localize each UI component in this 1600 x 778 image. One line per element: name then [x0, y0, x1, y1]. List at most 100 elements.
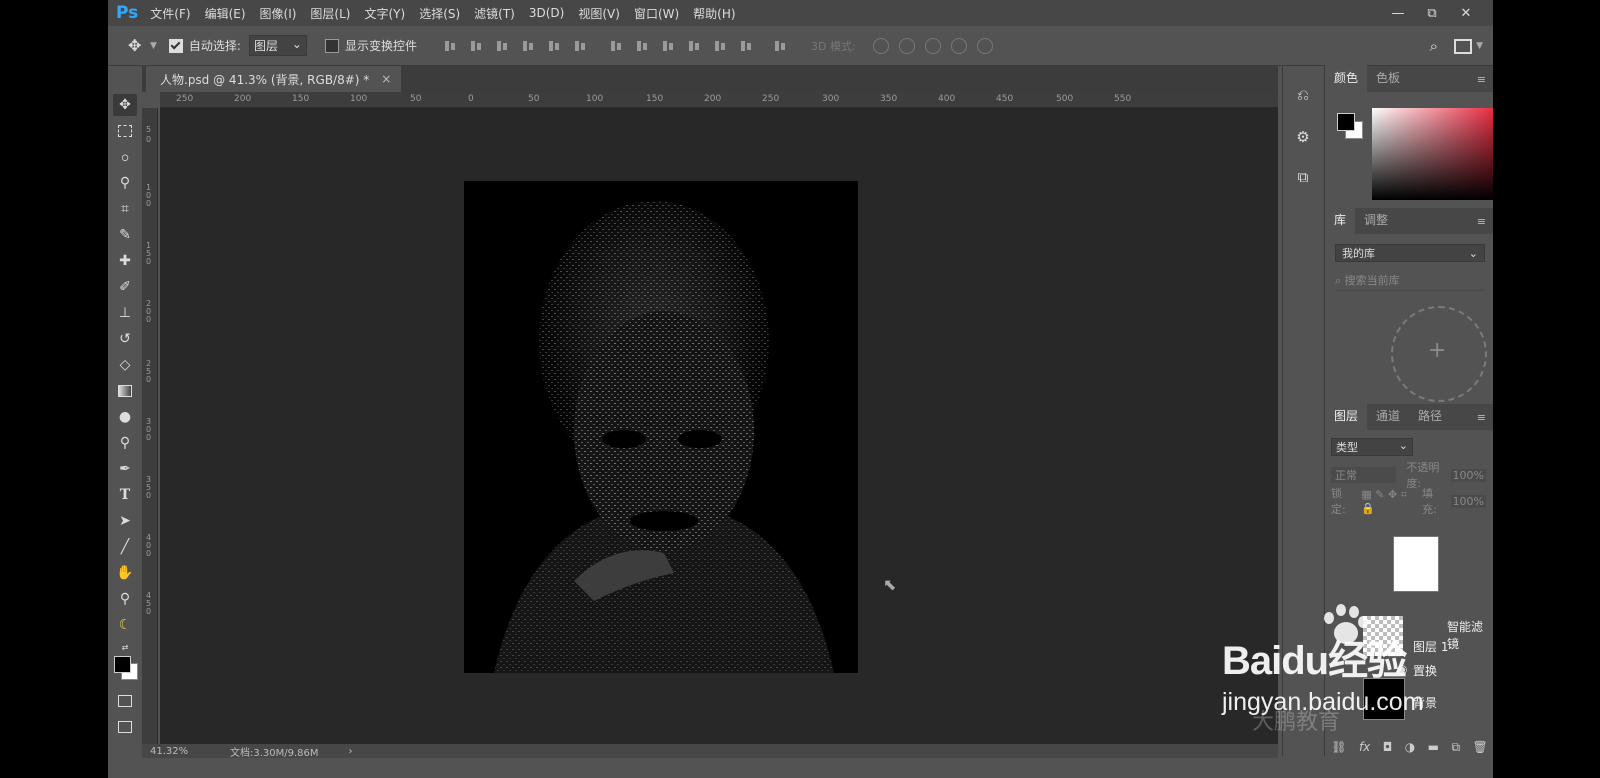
- close-window-button[interactable]: ✕: [1449, 6, 1483, 21]
- close-tab-icon[interactable]: ×: [381, 72, 391, 86]
- quick-mask-icon[interactable]: [113, 690, 137, 712]
- menu-select[interactable]: 选择(S): [419, 5, 460, 22]
- properties-panel-icon[interactable]: ⚙: [1293, 128, 1313, 148]
- tab-swatches[interactable]: 色板: [1367, 69, 1409, 92]
- distribute-vcenter-icon[interactable]: [635, 39, 649, 53]
- brush-tool-icon[interactable]: ✐: [113, 276, 137, 298]
- document-image[interactable]: [464, 181, 858, 673]
- lock-icons[interactable]: ▦ ✎ ✥ ⌗ 🔒: [1361, 488, 1420, 515]
- tab-color[interactable]: 颜色: [1325, 63, 1368, 92]
- layer-kind-dropdown[interactable]: 类型 ⌄: [1331, 438, 1413, 456]
- new-layer-icon[interactable]: ⧉: [1451, 740, 1460, 755]
- menu-edit[interactable]: 编辑(E): [205, 5, 246, 22]
- fill-value[interactable]: 100%: [1450, 494, 1487, 508]
- restore-button[interactable]: ⧉: [1415, 6, 1449, 21]
- crop-tool-icon[interactable]: ⌗: [113, 198, 137, 220]
- type-tool-icon[interactable]: T: [113, 484, 137, 506]
- path-select-icon[interactable]: ➤: [113, 510, 137, 532]
- auto-align-icon[interactable]: [773, 39, 787, 53]
- link-layers-icon[interactable]: ⛓: [1331, 740, 1346, 754]
- slide-3d-icon[interactable]: [950, 37, 967, 54]
- distribute-top-icon[interactable]: [609, 39, 623, 53]
- tab-layers[interactable]: 图层: [1325, 401, 1368, 430]
- add-icon[interactable]: +: [1428, 338, 1446, 363]
- menu-file[interactable]: 文件(F): [150, 5, 190, 22]
- history-panel-icon[interactable]: ⎌: [1293, 86, 1313, 106]
- foreground-color-swatch[interactable]: [114, 656, 131, 673]
- dodge-tool-icon[interactable]: ⚲: [113, 432, 137, 454]
- distribute-bottom-icon[interactable]: [661, 39, 675, 53]
- move-tool-icon[interactable]: ✥: [113, 94, 137, 116]
- color-panel-foreground-swatch[interactable]: [1337, 113, 1355, 131]
- menu-filter[interactable]: 滤镜(T): [474, 5, 515, 22]
- adjustments-panel-icon[interactable]: ⧉: [1293, 168, 1313, 188]
- workspace-icon[interactable]: [1454, 38, 1473, 54]
- align-top-icon[interactable]: [443, 39, 457, 53]
- tab-libraries[interactable]: 库: [1325, 205, 1356, 234]
- drag-3d-icon[interactable]: [924, 37, 941, 54]
- trash-icon[interactable]: 🗑: [1473, 740, 1488, 754]
- align-right-icon[interactable]: [573, 39, 587, 53]
- pen-tool-icon[interactable]: ✒: [113, 458, 137, 480]
- opacity-value[interactable]: 100%: [1450, 468, 1486, 482]
- panel-menu-icon[interactable]: ≡: [1477, 215, 1486, 228]
- blend-mode-dropdown[interactable]: 正常: [1331, 467, 1397, 483]
- status-menu-arrow[interactable]: ›: [349, 746, 353, 757]
- tab-channels[interactable]: 通道: [1367, 407, 1409, 430]
- roll-3d-icon[interactable]: [898, 37, 915, 54]
- document-tab[interactable]: 人物.psd @ 41.3% (背景, RGB/8#) * ×: [146, 66, 402, 92]
- eyedropper-tool-icon[interactable]: ✎: [113, 224, 137, 246]
- menu-image[interactable]: 图像(I): [260, 5, 297, 22]
- zoom-tool-icon[interactable]: ⚲: [113, 588, 137, 610]
- show-transform-checkbox[interactable]: [324, 38, 339, 53]
- menu-window[interactable]: 窗口(W): [634, 5, 679, 22]
- banana-icon[interactable]: ☾: [113, 614, 137, 636]
- align-left-icon[interactable]: [521, 39, 535, 53]
- distribute-right-icon[interactable]: [739, 39, 753, 53]
- library-dropdown[interactable]: 我的库 ⌄: [1335, 244, 1485, 262]
- library-search-input[interactable]: ⌕ 搜索当前库: [1335, 272, 1485, 291]
- zoom-level[interactable]: 41.32%: [150, 746, 230, 757]
- chevron-down-icon[interactable]: ▼: [1476, 41, 1483, 51]
- layer-row-background[interactable]: 背景: [1325, 680, 1493, 720]
- canvas-area[interactable]: ⬉: [160, 108, 1278, 744]
- align-bottom-icon[interactable]: [495, 39, 509, 53]
- add-mask-icon[interactable]: ◘: [1383, 740, 1393, 754]
- healing-brush-icon[interactable]: ✚: [113, 250, 137, 272]
- distribute-left-icon[interactable]: [687, 39, 701, 53]
- marquee-tool-icon[interactable]: [113, 120, 137, 142]
- menu-3d[interactable]: 3D(D): [529, 6, 564, 20]
- distribute-hcenter-icon[interactable]: [713, 39, 727, 53]
- panel-menu-icon[interactable]: ≡: [1477, 411, 1486, 424]
- color-picker-field[interactable]: [1372, 108, 1493, 200]
- scale-3d-icon[interactable]: [976, 37, 993, 54]
- align-vcenter-icon[interactable]: [469, 39, 483, 53]
- minimize-button[interactable]: —: [1381, 6, 1415, 21]
- swap-colors-icon[interactable]: ⇄: [113, 636, 137, 658]
- new-group-icon[interactable]: ▬: [1428, 740, 1439, 754]
- quick-select-tool-icon[interactable]: ⚲: [113, 172, 137, 194]
- layer-style-icon[interactable]: fx: [1359, 740, 1370, 754]
- search-icon[interactable]: ⌕: [1430, 37, 1438, 55]
- auto-select-target-dropdown[interactable]: 图层 ⌄: [248, 35, 307, 56]
- align-hcenter-icon[interactable]: [547, 39, 561, 53]
- lasso-tool-icon[interactable]: ဝ: [113, 146, 137, 168]
- rotate-3d-icon[interactable]: [872, 37, 889, 54]
- adjustment-layer-icon[interactable]: ◑: [1405, 740, 1415, 754]
- eraser-tool-icon[interactable]: ◇: [113, 354, 137, 376]
- layer-row-layer-1[interactable]: 图层 1: [1325, 626, 1493, 666]
- line-tool-icon[interactable]: ╱: [113, 536, 137, 558]
- screen-mode-icon[interactable]: [113, 716, 137, 738]
- auto-select-checkbox[interactable]: [168, 38, 183, 53]
- menu-layer[interactable]: 图层(L): [310, 5, 350, 22]
- gradient-tool-icon[interactable]: [113, 380, 137, 402]
- stamp-tool-icon[interactable]: ⊥: [113, 302, 137, 324]
- tab-paths[interactable]: 路径: [1409, 407, 1451, 430]
- panel-menu-icon[interactable]: ≡: [1477, 73, 1486, 86]
- tab-adjustments[interactable]: 调整: [1355, 211, 1397, 234]
- menu-help[interactable]: 帮助(H): [693, 5, 735, 22]
- history-brush-icon[interactable]: ↺: [113, 328, 137, 350]
- menu-type[interactable]: 文字(Y): [364, 5, 405, 22]
- hand-tool-icon[interactable]: ✋: [113, 562, 137, 584]
- chevron-down-icon[interactable]: ▼: [150, 41, 157, 51]
